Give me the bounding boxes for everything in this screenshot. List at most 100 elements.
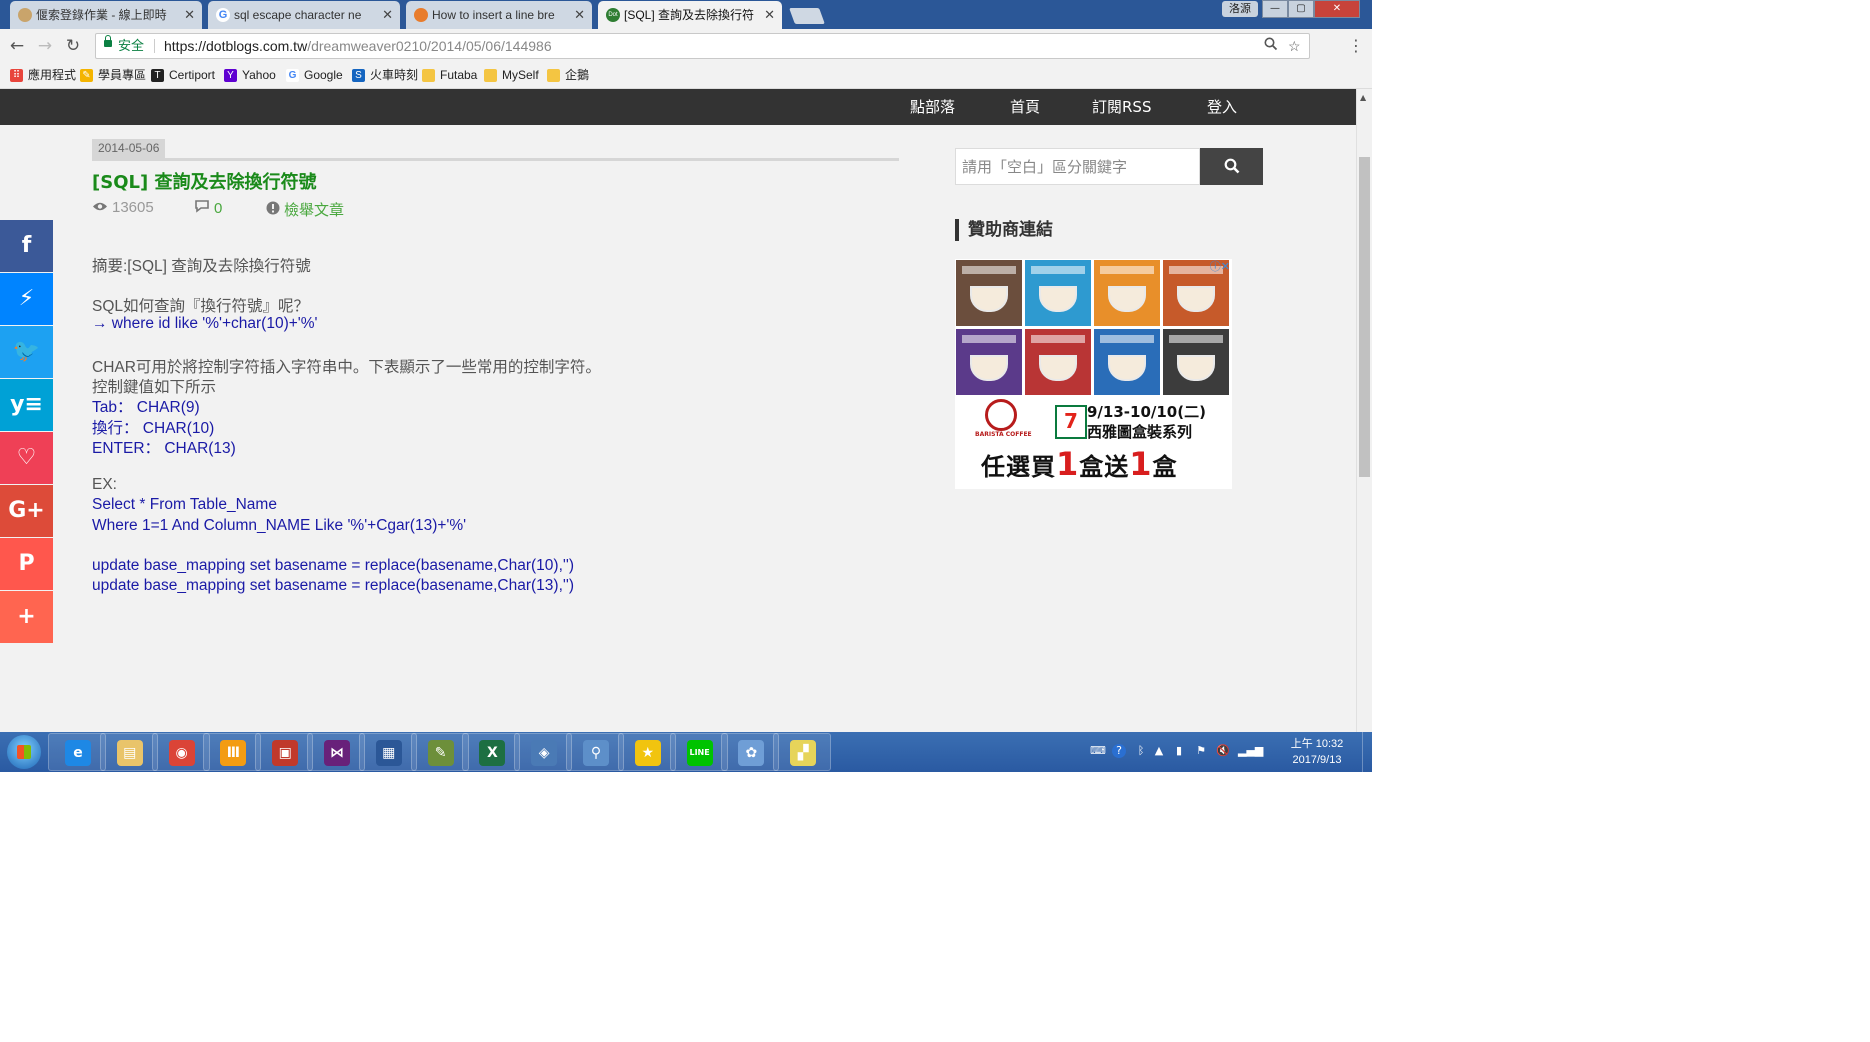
share-more-button[interactable]: + [0, 591, 53, 643]
tab-close-icon[interactable]: ✕ [382, 1, 393, 29]
bookmark-star-icon[interactable]: ☆ [1288, 34, 1301, 58]
bookmark-certiport[interactable]: T Certiport [151, 67, 215, 84]
share-yummly-button[interactable]: y≡ [0, 379, 53, 431]
coffee-cup-icon [1108, 355, 1146, 381]
taskbar-app11-button[interactable]: ⚲ [566, 733, 624, 771]
device-tray-icon[interactable]: ▮ [1172, 744, 1186, 758]
minimize-button[interactable]: — [1262, 0, 1288, 18]
taskbar-app4-button[interactable]: Ⅲ [203, 733, 262, 771]
search-input[interactable] [955, 148, 1200, 185]
browser-tab[interactable]: 偃索登錄作業 - 線上即時 ✕ [10, 1, 202, 29]
bookmark-label: MySelf [502, 68, 539, 82]
tab-close-icon[interactable]: ✕ [574, 1, 585, 29]
share-messenger-button[interactable]: ⚡ [0, 273, 53, 325]
close-window-button[interactable]: ✕ [1314, 0, 1360, 18]
share-facebook-button[interactable]: f [0, 220, 53, 272]
bookmark-apps[interactable]: ⠿ 應用程式 [10, 67, 76, 84]
tab-close-icon[interactable]: ✕ [764, 1, 775, 29]
report-link[interactable]: 檢舉文章 [266, 199, 344, 220]
flag-tray-icon[interactable]: ⚑ [1194, 744, 1208, 758]
bookmark-label: Futaba [440, 68, 478, 82]
url-text[interactable]: https://dotblogs.com.tw/dreamweaver0210/… [164, 34, 552, 58]
taskbar-visual-studio-button[interactable]: ⋈ [307, 733, 365, 771]
browser-tab[interactable]: G sql escape character ne ✕ [208, 1, 400, 29]
back-button[interactable]: ← [6, 35, 28, 57]
advertisement[interactable]: ⓘ✕ BARISTA COFFEE 7 9/13-10/10(二) 西雅圖盒裝系… [955, 259, 1232, 489]
bookmark-futaba[interactable]: Futaba [422, 67, 477, 84]
share-plurk-button[interactable]: P [0, 538, 53, 590]
plurk-icon: P [18, 551, 35, 576]
tab-close-icon[interactable]: ✕ [184, 1, 195, 29]
app12-icon: ★ [634, 740, 661, 766]
window-profile-button[interactable]: 洛源 [1222, 1, 1258, 17]
show-hidden-icons-icon[interactable]: ▲ [1152, 744, 1166, 758]
scrollbar-thumb[interactable] [1359, 157, 1370, 477]
network-signal-icon[interactable]: ▂▄▆ [1238, 744, 1263, 758]
share-twitter-button[interactable]: 🐦 [0, 326, 53, 378]
share-google-plus-button[interactable]: G+ [0, 485, 53, 537]
ad-choices-close-icon[interactable]: ⓘ✕ [1210, 261, 1230, 273]
reload-button[interactable]: ↻ [62, 35, 84, 57]
comment-count[interactable]: 0 [194, 199, 222, 217]
system-clock[interactable]: 上午 10:32 2017/9/13 [1282, 736, 1352, 768]
bookmark-train[interactable]: S 火車時刻 [352, 67, 418, 84]
taskbar-paint-button[interactable]: ✿ [721, 733, 780, 771]
taskbar-app8-button[interactable]: ✎ [410, 733, 469, 771]
help-tray-icon[interactable]: ? [1112, 744, 1126, 758]
browser-tab-active[interactable]: Dot [SQL] 查詢及去除換行符 ✕ [598, 1, 782, 29]
nav-link-rss[interactable]: 訂閱RSS [1092, 89, 1151, 125]
page-scrollbar[interactable]: ▲ [1356, 89, 1372, 732]
search-box [955, 148, 1263, 185]
bookmarks-bar: ⠿ 應用程式 ✎ 學員專區 T Certiport Y Yahoo G Google S火… [0, 63, 1372, 89]
pen-icon: ✎ [80, 69, 93, 82]
maximize-button[interactable]: ▢ [1288, 0, 1314, 18]
browser-menu-icon[interactable]: ⋮ [1348, 36, 1364, 56]
start-button[interactable] [7, 735, 41, 769]
volume-muted-icon[interactable]: 🔇 [1216, 744, 1230, 758]
alert-icon [266, 201, 280, 218]
address-bar[interactable]: 安全 https://dotblogs.com.tw/dreamweaver02… [95, 33, 1310, 59]
divider [92, 158, 899, 161]
article-line: 換行： CHAR(10) [92, 419, 215, 437]
bookmark-google[interactable]: G Google [286, 67, 343, 84]
page-title[interactable]: [SQL] 查詢及去除換行符號 [92, 168, 316, 194]
taskbar-app5-button[interactable]: ▣ [255, 733, 314, 771]
taskbar-excel-button[interactable]: X [462, 733, 521, 771]
bookmark-yahoo[interactable]: Y Yahoo [224, 67, 276, 84]
ad-product-tile [956, 260, 1022, 326]
scroll-up-arrow-icon[interactable]: ▲ [1360, 93, 1366, 102]
coffee-cup-icon [1039, 355, 1077, 381]
show-desktop-button[interactable] [1362, 732, 1372, 772]
page-viewport: 點部落 首頁 訂閱RSS 登入 2014-05-06 [SQL] 查詢及去除換行… [0, 89, 1356, 732]
search-button[interactable] [1200, 148, 1263, 185]
browser-tab[interactable]: How to insert a line bre ✕ [406, 1, 592, 29]
taskbar-explorer-button[interactable]: ▤ [99, 733, 158, 771]
taskbar-ie-button[interactable]: e [48, 733, 106, 771]
taskbar-app12-button[interactable]: ★ [617, 733, 676, 771]
bookmark-penguin[interactable]: 企鵝 [547, 67, 589, 84]
ad-brand: BARISTA COFFEE [975, 431, 1032, 438]
taskbar-chrome-button[interactable]: ◉ [151, 733, 210, 771]
ad-product-tile [1163, 329, 1229, 395]
taskbar-line-button[interactable]: LINE [669, 733, 728, 771]
coffee-cup-icon [1039, 286, 1077, 312]
new-tab-button[interactable] [789, 8, 825, 24]
article-line: update base_mapping set basename = repla… [92, 577, 574, 595]
taskbar-app7-button[interactable]: ▦ [358, 733, 417, 771]
keyboard-tray-icon[interactable]: ⌨ [1090, 744, 1106, 758]
folder-icon [547, 69, 560, 82]
yummly-icon: y≡ [10, 392, 43, 417]
nav-link-login[interactable]: 登入 [1207, 89, 1237, 125]
bluetooth-tray-icon[interactable]: ᛒ [1134, 744, 1148, 758]
ie-icon: e [65, 740, 91, 766]
url-path: /dreamweaver0210/2014/05/06/144986 [307, 38, 552, 54]
bookmark-student[interactable]: ✎ 學員專區 [80, 67, 146, 84]
share-pocket-button[interactable]: ♡ [0, 432, 53, 484]
forward-button[interactable]: → [34, 35, 56, 57]
bookmark-myself[interactable]: MySelf [484, 67, 539, 84]
zoom-icon[interactable] [1264, 34, 1278, 58]
taskbar-app10-button[interactable]: ◈ [514, 733, 573, 771]
nav-link-home[interactable]: 首頁 [1010, 89, 1040, 125]
nav-link-dotblogs[interactable]: 點部落 [910, 89, 955, 125]
taskbar-app15-button[interactable]: ▞ [773, 733, 832, 771]
